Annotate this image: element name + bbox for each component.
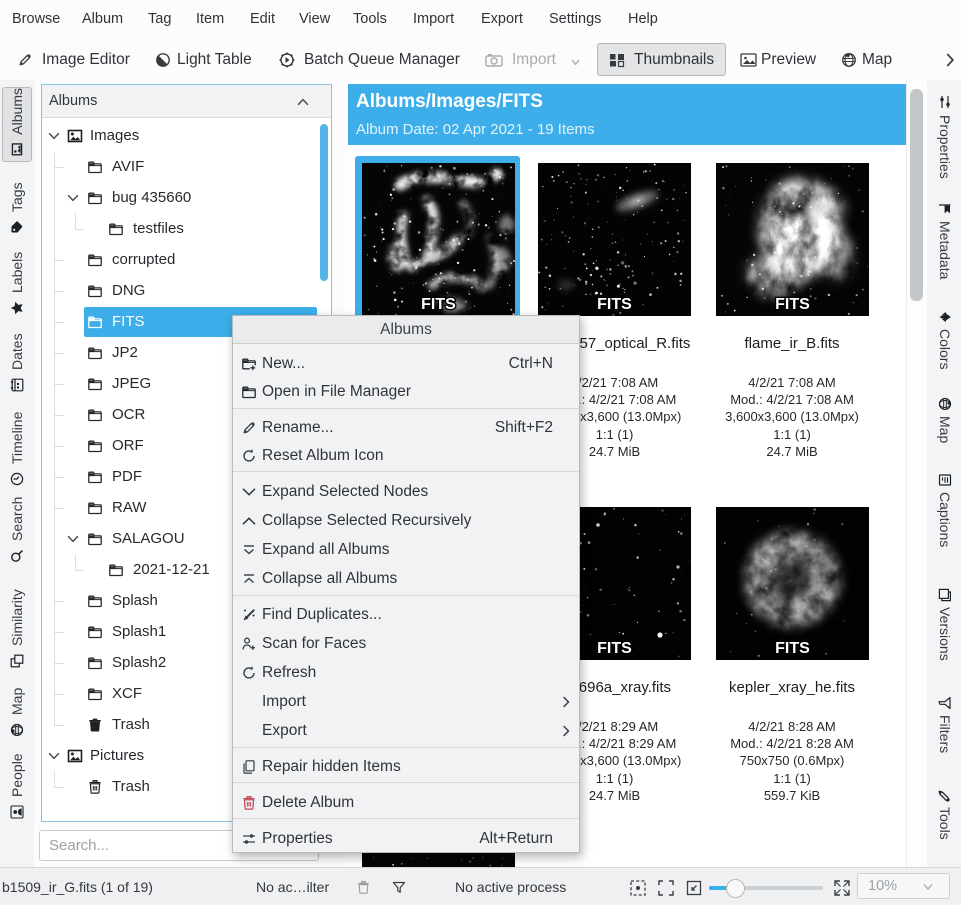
- svg-text:FITS: FITS: [597, 640, 632, 657]
- svg-text:FITS: FITS: [775, 640, 810, 657]
- svg-text:FITS: FITS: [775, 296, 810, 313]
- svg-text:FITS: FITS: [597, 296, 632, 313]
- svg-text:FITS: FITS: [421, 296, 456, 313]
